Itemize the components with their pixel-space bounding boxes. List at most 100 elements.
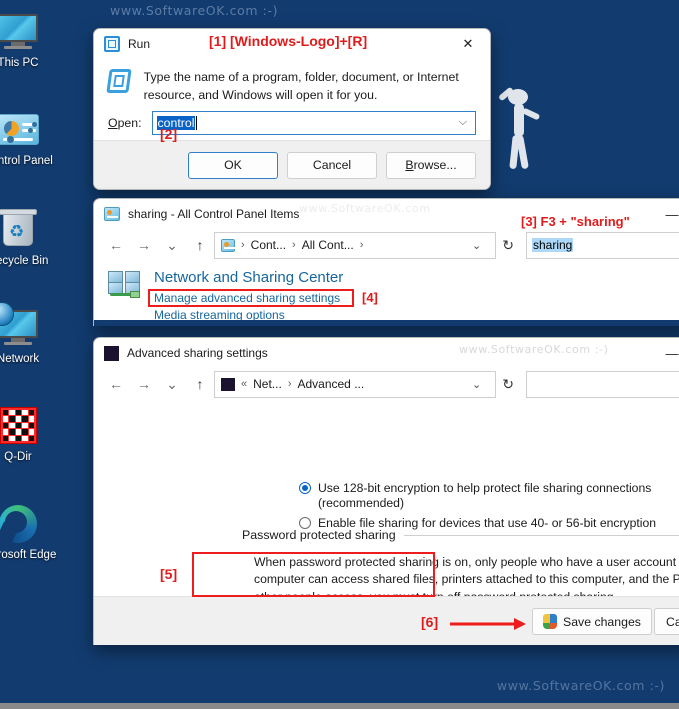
q-dir-icon (0, 404, 40, 448)
network-sharing-center-icon (108, 271, 146, 303)
advanced-title: Advanced sharing settings (127, 346, 268, 360)
control-panel-small-icon (104, 207, 120, 221)
breadcrumb-item[interactable]: Cont... (251, 238, 286, 252)
breadcrumb-item[interactable]: Advanced ... (297, 377, 364, 391)
radio-128-bit-encryption[interactable]: Use 128-bit encryption to help protect f… (299, 481, 679, 512)
cancel-button[interactable]: Ca (654, 608, 679, 635)
save-changes-label: Save changes (563, 614, 641, 629)
network-sharing-center-title: Network and Sharing Center (154, 269, 344, 286)
advanced-sharing-icon (104, 345, 119, 361)
annotation-6: [6] (421, 614, 439, 630)
run-open-row: Open: control ⌵ (94, 105, 490, 135)
group-title: Password protected sharing (242, 528, 396, 542)
desktop-icon-label: Network (0, 353, 40, 365)
search-input[interactable]: sharing (526, 231, 679, 259)
advanced-navbar: ← → ⌄ ↑ « Net... › Advanced ... ⌄ ↻ (94, 368, 679, 400)
advanced-titlebar: Advanced sharing settings — (94, 338, 679, 368)
encryption-option-group: Use 128-bit encryption to help protect f… (299, 481, 679, 531)
desktop-icon-label: Recycle Bin (0, 255, 49, 267)
desktop-bottom-strip (0, 703, 679, 709)
run-large-icon (106, 69, 132, 93)
group-header: Password protected sharing (242, 528, 679, 542)
search-value: sharing (532, 238, 574, 252)
annotation-3: [3] F3 + "sharing" (521, 214, 630, 229)
back-icon[interactable]: ← (102, 232, 130, 258)
run-icon (104, 36, 120, 52)
chevron-down-icon[interactable]: ⌄ (472, 378, 489, 391)
run-title: Run (128, 37, 151, 51)
browse-button[interactable]: Browse... (386, 151, 476, 179)
annotation-1: [1] [Windows-Logo]+[R] (209, 33, 368, 49)
cancel-button[interactable]: Cancel (287, 151, 377, 179)
up-icon[interactable]: ↑ (186, 232, 214, 258)
network-icon (0, 302, 40, 350)
annotation-4: [4] (362, 290, 378, 305)
search-input[interactable] (526, 370, 679, 398)
chevron-down-icon[interactable]: ⌄ (472, 239, 489, 252)
annotation-2: [2] (160, 126, 178, 142)
radio-label: Use 128-bit encryption to help protect f… (318, 481, 652, 511)
desktop-icon-q-dir[interactable]: Q-Dir (0, 404, 60, 463)
watermark-top: www.SoftwareOK.com :-) (110, 3, 279, 18)
refresh-icon[interactable]: ↻ (496, 237, 520, 254)
recent-locations-icon[interactable]: ⌄ (158, 232, 186, 258)
annotation-box-password-options (192, 552, 435, 597)
edge-icon (0, 502, 40, 546)
refresh-icon[interactable]: ↻ (496, 376, 520, 393)
annotation-box-manage-sharing (148, 289, 354, 307)
forward-icon[interactable]: → (130, 232, 158, 258)
breadcrumb-icon (221, 238, 235, 252)
ok-button[interactable]: OK (188, 151, 278, 179)
breadcrumb[interactable]: « Net... › Advanced ... ⌄ (214, 370, 497, 398)
run-dialog-window: Run ✕ Type the name of a program, folder… (93, 28, 491, 190)
back-icon[interactable]: ← (102, 371, 130, 397)
control-panel-title: sharing - All Control Panel Items (128, 207, 300, 221)
breadcrumb-item[interactable]: All Cont... (302, 238, 354, 252)
desktop-icon-network[interactable]: Network (0, 302, 60, 365)
control-panel-navbar: ← → ⌄ ↑ › Cont... › All Cont... › ⌄ ↻ sh… (94, 229, 679, 261)
run-description: Type the name of a program, folder, docu… (143, 70, 459, 102)
desktop-icon-label: Microsoft Edge (0, 549, 57, 561)
breadcrumb-icon (221, 377, 235, 391)
run-open-input[interactable]: control ⌵ (151, 110, 476, 135)
breadcrumb-separator: › (287, 378, 292, 390)
radio-indicator (299, 482, 311, 494)
group-divider (403, 534, 679, 536)
text-caret (196, 115, 198, 130)
shield-icon (543, 614, 557, 629)
minimize-icon[interactable]: — (650, 199, 679, 229)
window-bottom-strip (94, 320, 679, 326)
minimize-icon[interactable]: — (650, 338, 679, 368)
mascot-decoration (494, 85, 554, 195)
forward-icon[interactable]: → (130, 371, 158, 397)
control-panel-icon (0, 108, 40, 152)
desktop-icon-label: This PC (0, 57, 39, 69)
advanced-sharing-settings-window: www.SoftwareOK.com :-) Advanced sharing … (93, 337, 679, 645)
desktop-icon-microsoft-edge[interactable]: Microsoft Edge (0, 502, 60, 561)
run-button-row: OK Cancel Browse... (94, 140, 490, 189)
save-changes-button[interactable]: Save changes (532, 608, 652, 635)
desktop-icon-control-panel[interactable]: Control Panel (0, 108, 60, 167)
desktop-icon-label: Q-Dir (4, 451, 32, 463)
breadcrumb-separator: › (359, 239, 364, 251)
advanced-button-row: www.SoftwareOK.com :-) Save changes Ca (94, 596, 679, 645)
breadcrumb-item[interactable]: Net... (253, 377, 282, 391)
desktop-icon-label: Control Panel (0, 155, 53, 167)
desktop-icon-recycle-bin[interactable]: ♻ Recycle Bin (0, 208, 60, 267)
annotation-arrow-6 (450, 618, 526, 630)
watermark-bottom: www.SoftwareOK.com :-) (496, 678, 665, 693)
run-open-label: Open: (108, 115, 142, 130)
annotation-5: [5] (160, 566, 178, 582)
up-icon[interactable]: ↑ (186, 371, 214, 397)
close-icon[interactable]: ✕ (446, 29, 490, 59)
radio-indicator (299, 516, 311, 529)
recent-locations-icon[interactable]: ⌄ (158, 371, 186, 397)
monitor-icon (0, 10, 40, 54)
desktop-icon-this-pc[interactable]: This PC (0, 10, 60, 69)
breadcrumb[interactable]: › Cont... › All Cont... › ⌄ (214, 231, 497, 259)
run-description-row: Type the name of a program, folder, docu… (94, 59, 490, 105)
recycle-bin-icon: ♻ (0, 208, 40, 252)
chevron-down-icon[interactable]: ⌵ (459, 116, 471, 129)
breadcrumb-prefix: « (241, 378, 248, 390)
breadcrumb-separator: › (292, 239, 296, 251)
